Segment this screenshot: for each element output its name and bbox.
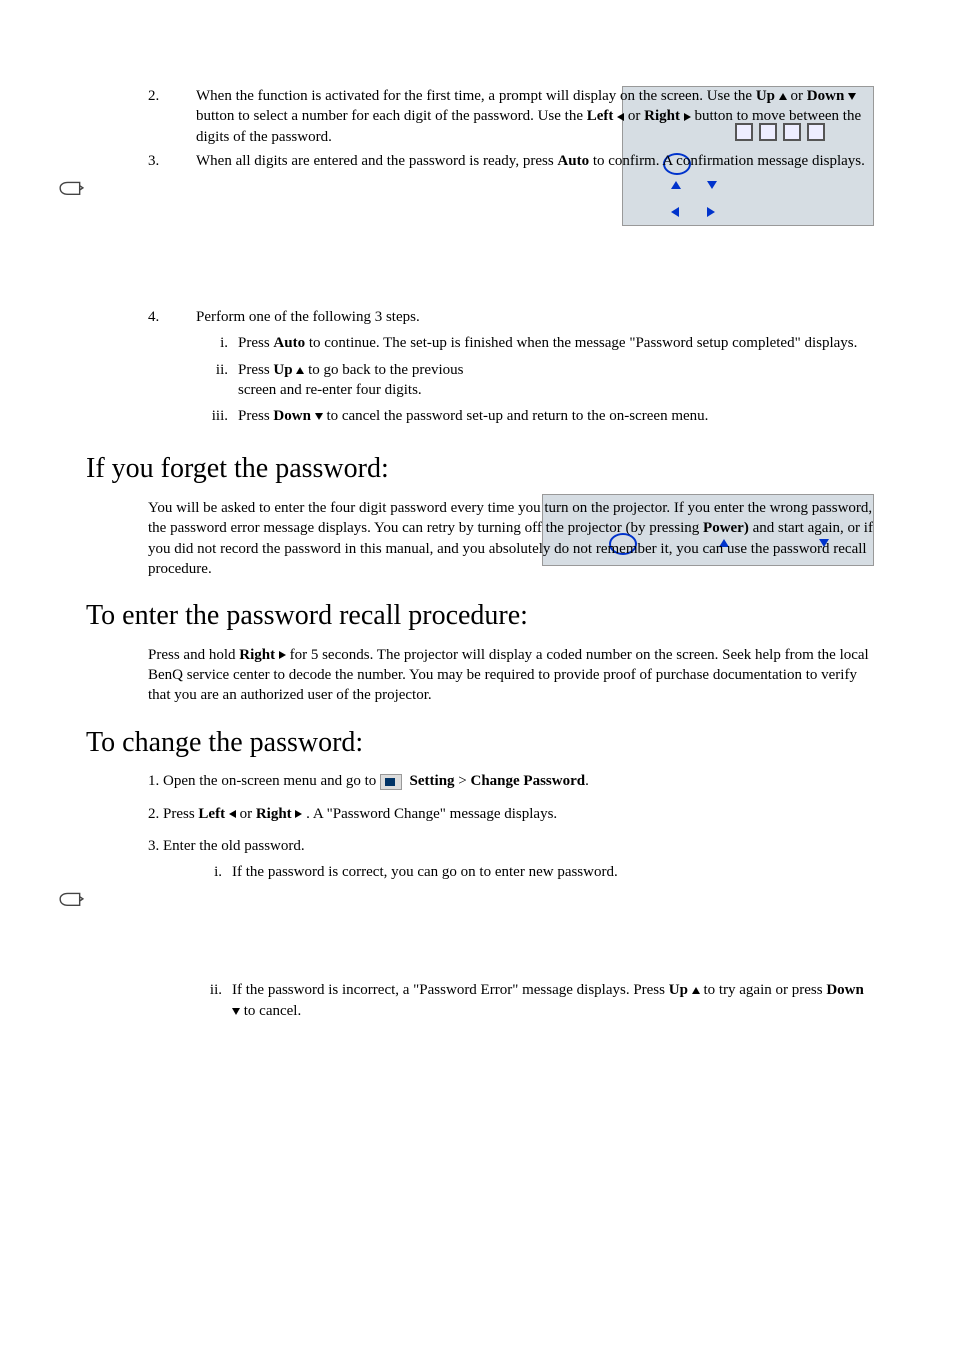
text: to cancel. (240, 1003, 301, 1019)
list-number: 4. (148, 307, 196, 432)
sub-body: Press Up to go back to the previous scre… (238, 360, 468, 401)
list-item: 2. When the function is activated for th… (148, 86, 874, 147)
text: to try again or press (700, 982, 827, 998)
text: If the password is incorrect, a "Passwor… (232, 982, 669, 998)
sub-list-item: iii. Press Down to cancel the password s… (196, 406, 874, 426)
bold-up: Up (669, 982, 688, 998)
text: > (455, 773, 471, 789)
list-body: Perform one of the following 3 steps. i.… (196, 307, 874, 432)
text: 1. Open the on-screen menu and go to (148, 773, 380, 789)
sub-number: i. (190, 862, 222, 882)
change-step-2: 2. Press Left or Right . A "Password Cha… (148, 804, 874, 824)
sub-list-item: ii. If the password is incorrect, a "Pas… (190, 980, 874, 1021)
note-body (94, 179, 874, 299)
change-step-3: 3. Enter the old password. (148, 836, 874, 856)
bold-left: Left (198, 806, 225, 822)
list-body: When all digits are entered and the pass… (196, 151, 874, 171)
right-arrow-icon (279, 651, 286, 659)
para-forget: You will be asked to enter the four digi… (148, 498, 874, 579)
down-arrow-icon (848, 93, 856, 100)
settings-menu-icon (380, 774, 402, 790)
bold-right: Right (239, 647, 275, 663)
down-arrow-icon (315, 413, 323, 420)
list-number: 3. (148, 151, 196, 171)
heading-change: To change the password: (86, 724, 874, 762)
sub-list-item: ii. Press Up to go back to the previous … (196, 360, 874, 401)
bold-down: Down (826, 982, 864, 998)
list-item: 4. Perform one of the following 3 steps.… (148, 307, 874, 432)
text: or (240, 806, 256, 822)
down-arrow-icon (232, 1008, 240, 1015)
sub-body: If the password is correct, you can go o… (232, 862, 874, 882)
sub-list-item: i. If the password is correct, you can g… (190, 862, 874, 882)
sub-number: ii. (196, 360, 228, 401)
item4-text: Perform one of the following 3 steps. (196, 309, 420, 325)
sub-list-item: i. Press Auto to continue. The set-up is… (196, 333, 874, 353)
text: . (585, 773, 589, 789)
up-arrow-icon (296, 367, 304, 374)
bold-right: Right (256, 806, 292, 822)
note-hand-icon (58, 179, 94, 299)
right-arrow-icon (684, 113, 691, 121)
up-arrow-icon (779, 93, 787, 100)
left-arrow-icon (617, 113, 624, 121)
sub-body: If the password is incorrect, a "Passwor… (232, 980, 874, 1021)
sub-number: iii. (196, 406, 228, 426)
bold-power: Power) (703, 520, 749, 536)
heading-forget: If you forget the password: (86, 450, 874, 488)
note-hand-icon (58, 890, 94, 972)
text: Press and hold (148, 647, 239, 663)
note-body (94, 890, 874, 972)
bold-change-password: Change Password (471, 773, 586, 789)
sub-body: Press Down to cancel the password set-up… (238, 406, 874, 426)
change-step-1: 1. Open the on-screen menu and go to Set… (148, 771, 874, 791)
sub-number: ii. (190, 980, 222, 1021)
para-recall: Press and hold Right for 5 seconds. The … (148, 645, 874, 706)
list-number: 2. (148, 86, 196, 147)
list-item: 3. When all digits are entered and the p… (148, 151, 874, 171)
sub-number: i. (196, 333, 228, 353)
bold-setting: Setting (410, 773, 455, 789)
text: . A "Password Change" message displays. (302, 806, 557, 822)
heading-recall: To enter the password recall procedure: (86, 597, 874, 635)
sub-body: Press Auto to continue. The set-up is fi… (238, 333, 874, 353)
left-arrow-icon (229, 810, 236, 818)
up-arrow-icon (692, 987, 700, 994)
list-body: When the function is activated for the f… (196, 86, 874, 147)
text: 2. Press (148, 806, 198, 822)
